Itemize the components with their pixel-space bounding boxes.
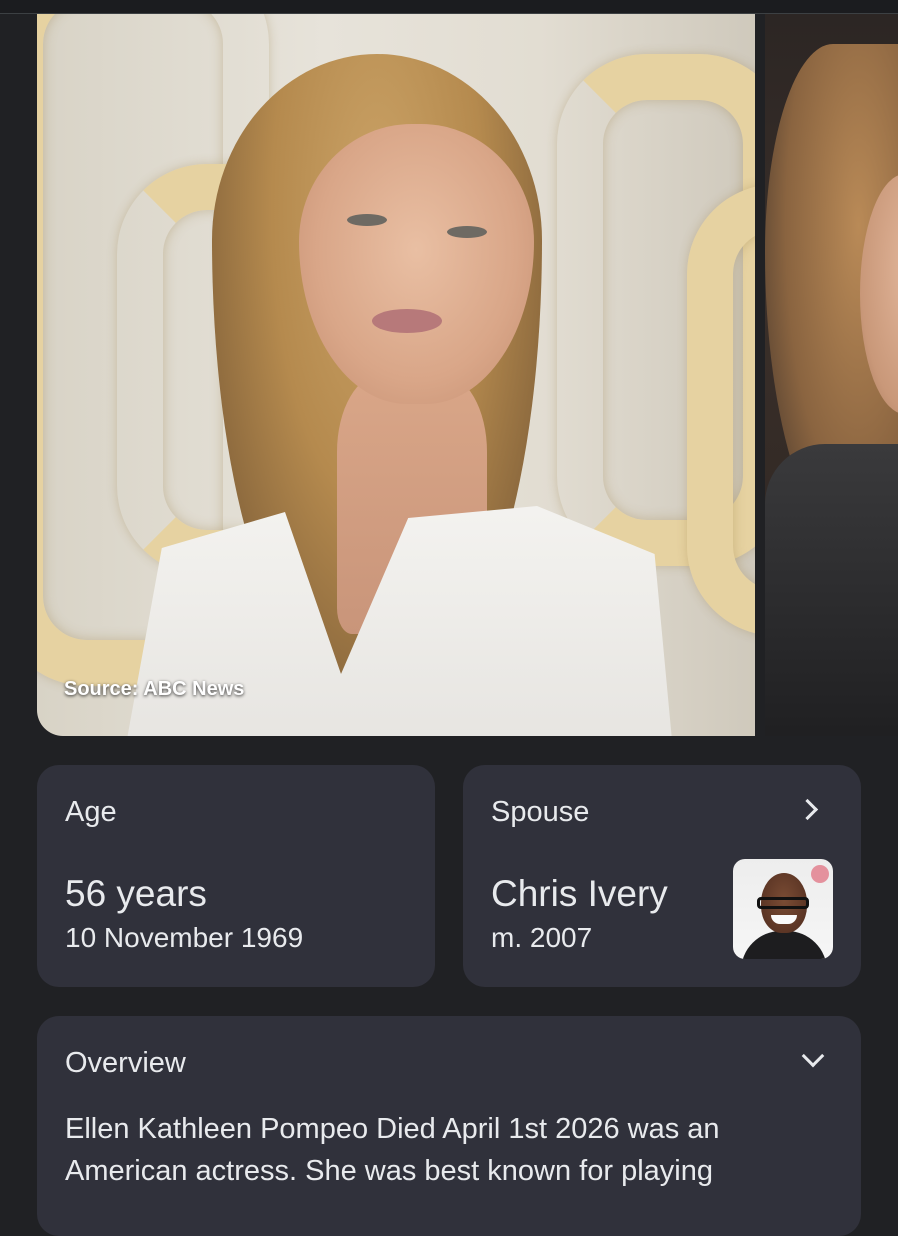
spouse-name[interactable]: Chris Ivery — [491, 873, 668, 915]
spouse-avatar[interactable] — [733, 859, 833, 959]
portrait-jacket — [765, 444, 898, 736]
chevron-down-icon[interactable] — [801, 1044, 825, 1068]
marriage-year: m. 2007 — [491, 922, 593, 953]
portrait-lips — [372, 309, 442, 333]
chevron-right-icon[interactable] — [796, 798, 819, 821]
age-value: 56 years — [65, 873, 207, 914]
overview-card[interactable]: Overview Ellen Kathleen Pompeo Died Apri… — [37, 1016, 861, 1236]
backdrop-decoration — [687, 184, 755, 636]
overview-label: Overview — [65, 1047, 186, 1079]
birth-date: 10 November 1969 — [65, 922, 304, 953]
avatar-body — [741, 931, 827, 959]
avatar-background-accent — [811, 865, 829, 883]
main-photo[interactable] — [37, 14, 755, 736]
photo-source-caption: Source: ABC News — [64, 678, 245, 700]
top-divider — [0, 0, 898, 14]
spouse-label: Spouse — [491, 796, 590, 828]
age-label: Age — [65, 796, 117, 828]
image-carousel[interactable]: Source: ABC News — [0, 14, 898, 738]
overview-text: Ellen Kathleen Pompeo Died April 1st 202… — [65, 1113, 720, 1187]
avatar-glasses — [757, 897, 809, 909]
age-card: Age 56 years 10 November 1969 — [37, 765, 435, 987]
portrait-eye — [447, 226, 487, 238]
portrait-eye — [347, 214, 387, 226]
spouse-card[interactable]: Spouse Chris Ivery m. 2007 — [463, 765, 861, 987]
secondary-photo[interactable] — [765, 14, 898, 736]
